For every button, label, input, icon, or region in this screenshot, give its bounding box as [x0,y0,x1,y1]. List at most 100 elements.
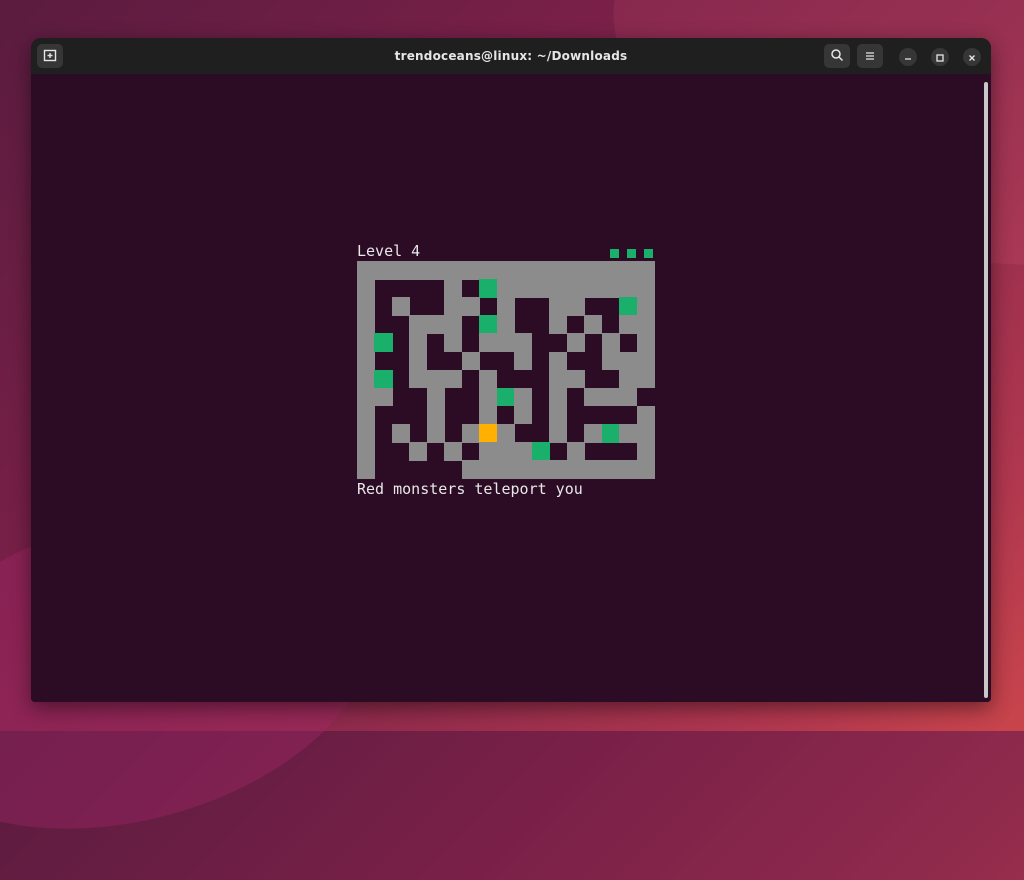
level-label: Level 4 [357,242,421,260]
maze-wall-cell [357,387,376,407]
maze-wall-cell [566,261,585,280]
search-icon [830,47,844,66]
maximize-icon [935,48,945,67]
maze-wall-cell [496,460,515,479]
maze-wall-cell [514,261,533,280]
player-marker [479,423,498,443]
maze-wall-cell [479,387,498,407]
maze-wall-cell [357,405,376,425]
maze-wall-cell [444,261,463,280]
minimize-button[interactable] [899,48,917,66]
maze-wall-cell [601,333,620,353]
life-marker [644,249,653,258]
menu-button[interactable] [857,44,883,68]
green-gem [479,279,498,298]
maze-wall-cell [374,387,393,407]
maze-wall-cell [496,279,515,298]
scrollbar[interactable] [984,82,988,698]
search-button[interactable] [824,44,850,68]
maze-wall-cell [636,261,655,280]
maze-wall-cell [549,387,568,407]
green-gem [531,442,550,461]
maze-wall-cell [619,261,638,280]
maze-board [357,261,655,479]
maze-wall-cell [426,423,445,443]
maze-wall-cell [444,297,463,316]
maze-wall-cell [636,369,655,389]
close-button[interactable] [963,48,981,66]
maze-wall-cell [479,369,498,389]
maze-wall-cell [496,315,515,334]
maze-wall-cell [409,369,428,389]
maze-wall-cell [619,423,638,443]
green-gem [601,423,620,443]
maze-wall-cell [584,460,603,479]
maze-wall-cell [566,442,585,461]
maximize-button[interactable] [931,48,949,66]
lives-indicator [610,249,654,258]
maze-wall-cell [479,442,498,461]
maze-wall-cell [496,261,515,280]
maze-wall-cell [391,297,410,316]
maze-wall-cell [391,261,410,280]
maze-wall-cell [409,261,428,280]
maze-wall-cell [357,315,376,334]
maze-wall-cell [549,369,568,389]
maze-wall-cell [619,315,638,334]
maze-wall-cell [549,261,568,280]
maze-wall-cell [479,405,498,425]
maze-wall-cell [461,297,480,316]
maze-wall-cell [636,423,655,443]
maze-wall-cell [584,387,603,407]
maze-wall-cell [619,460,638,479]
maze-wall-cell [514,442,533,461]
maze-wall-cell [566,279,585,298]
maze-wall-cell [444,315,463,334]
maze-wall-cell [496,333,515,353]
maze-wall-cell [549,351,568,371]
maze-wall-cell [409,351,428,371]
maze-wall-cell [444,333,463,353]
maze-wall-cell [496,442,515,461]
maze-wall-cell [566,369,585,389]
maze-wall-cell [496,297,515,316]
maze-wall-cell [514,351,533,371]
maze-wall-cell [357,261,376,280]
maze-wall-cell [357,333,376,353]
game-message: Red monsters teleport you [357,480,583,498]
maze-wall-cell [601,387,620,407]
maze-wall-cell [566,297,585,316]
titlebar[interactable]: trendoceans@linux: ~/Downloads [31,38,991,74]
maze-wall-cell [636,405,655,425]
maze-wall-cell [444,279,463,298]
maze-wall-cell [357,351,376,371]
life-marker [610,249,619,258]
maze-wall-cell [619,279,638,298]
maze-wall-cell [636,297,655,316]
maze-wall-cell [549,405,568,425]
maze-wall-cell [514,387,533,407]
maze-wall-cell [479,261,498,280]
green-gem [619,297,638,316]
green-gem [374,369,393,389]
maze-wall-cell [601,261,620,280]
maze-wall-cell [391,423,410,443]
maze-wall-cell [619,387,638,407]
maze-wall-cell [426,387,445,407]
maze-wall-cell [636,315,655,334]
maze-wall-cell [461,351,480,371]
maze-wall-cell [461,460,480,479]
close-icon [967,48,977,67]
green-gem [374,333,393,353]
hamburger-menu-icon [864,47,876,66]
maze-wall-cell [531,460,550,479]
maze-wall-cell [584,279,603,298]
maze-wall-cell [444,442,463,461]
maze-wall-cell [357,442,376,461]
maze-wall-cell [531,261,550,280]
maze-wall-cell [514,460,533,479]
maze-wall-cell [584,423,603,443]
maze-wall-cell [636,333,655,353]
maze-wall-cell [531,279,550,298]
maze-wall-cell [514,333,533,353]
